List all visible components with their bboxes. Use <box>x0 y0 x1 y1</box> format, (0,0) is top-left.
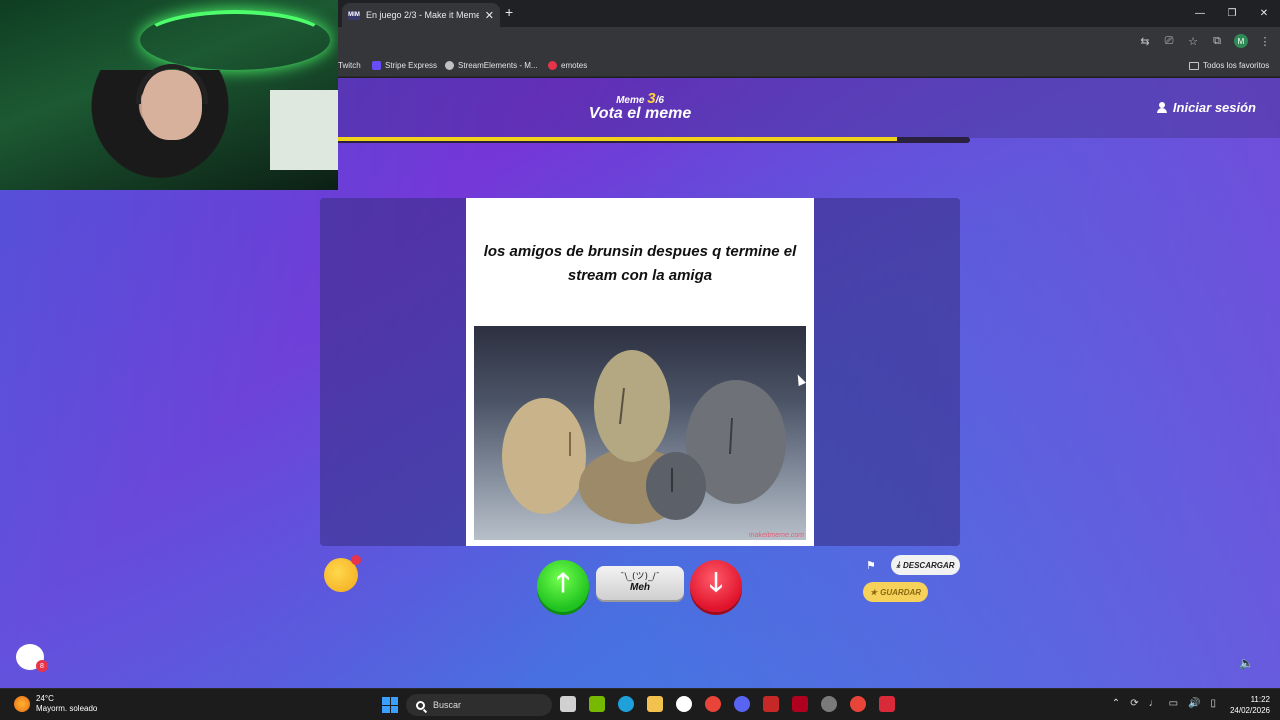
translate-icon[interactable]: ⇆ <box>1138 34 1152 48</box>
speaker-mute-icon[interactable]: 🔈 <box>1239 656 1254 670</box>
restore-button[interactable]: ❐ <box>1216 0 1248 27</box>
profile-avatar[interactable]: M <box>1234 34 1248 48</box>
meme-watermark: makeitmeme.com <box>748 532 804 539</box>
nvidia-icon[interactable] <box>589 696 605 712</box>
bookmark-streamelements[interactable]: StreamElements - M... <box>445 61 538 70</box>
star-icon: ★ <box>869 587 878 597</box>
arrow-down-icon: 🡓 <box>709 567 723 597</box>
shrug-face: ¯\_(ツ)_/¯ <box>619 572 661 582</box>
new-tab-button[interactable]: + <box>505 4 513 20</box>
taskbar-search[interactable]: Buscar <box>406 694 552 716</box>
adobe-icon[interactable] <box>792 696 808 712</box>
bookmark-emotes[interactable]: emotes <box>548 61 587 70</box>
heart-icon <box>351 555 361 565</box>
settings-gear-icon[interactable] <box>821 696 837 712</box>
close-window-button[interactable]: ✕ <box>1248 0 1280 27</box>
voicemeeter-icon[interactable] <box>763 696 779 712</box>
system-tray: ⌃ ⟳ ♩ ▭ 🔊 ▯ <box>1112 698 1216 709</box>
login-button[interactable]: Iniciar sesión <box>1156 100 1256 115</box>
sun-icon <box>14 696 30 712</box>
battery-icon[interactable]: ▯ <box>1210 698 1216 709</box>
file-explorer-icon[interactable] <box>647 696 663 712</box>
tab-favicon-icon: MIM <box>348 10 360 20</box>
clock-date: 24/02/2026 <box>1229 706 1270 715</box>
arrow-up-icon: 🡑 <box>556 567 570 597</box>
user-icon <box>1156 102 1167 113</box>
chrome-active-icon[interactable] <box>850 696 866 712</box>
chat-badge: 8 <box>36 660 48 672</box>
edge-icon[interactable] <box>618 696 634 712</box>
bookmark-star-icon[interactable]: ☆ <box>1186 34 1200 48</box>
extensions-icon[interactable]: ⧉ <box>1210 34 1224 48</box>
network-icon[interactable]: ▭ <box>1169 698 1178 709</box>
vote-down-button[interactable]: 🡓 <box>690 560 742 612</box>
bookmark-twitch[interactable]: Twitch <box>338 61 361 70</box>
all-bookmarks-folder[interactable]: Todos los favoritos <box>1189 61 1269 70</box>
meme-card: los amigos de brunsin despues q termine … <box>466 198 814 546</box>
weather-condition: Mayorm. soleado <box>36 704 98 713</box>
minimize-button[interactable]: — <box>1184 0 1216 27</box>
file-app-icon[interactable] <box>560 696 576 712</box>
menu-dots-icon[interactable]: ⋮ <box>1258 34 1272 48</box>
tab-title: En juego 2/3 - Make it Meme <box>366 10 479 20</box>
windows-start-icon[interactable] <box>382 697 398 713</box>
clock-time: 11:22 <box>1250 695 1270 704</box>
vote-up-button[interactable]: 🡑 <box>537 560 589 612</box>
bookmark-stripe-express[interactable]: Stripe Express <box>372 61 437 70</box>
chrome-icon[interactable] <box>705 696 721 712</box>
taskbar-apps <box>560 696 895 712</box>
sync-icon[interactable]: ⟳ <box>1130 698 1138 709</box>
meme-caption: los amigos de brunsin despues q termine … <box>483 243 797 284</box>
microphone-icon[interactable]: ♩ <box>1149 698 1159 709</box>
system-clock[interactable]: 11:22 24/02/2026 <box>1230 694 1270 716</box>
emotes-icon <box>548 61 557 70</box>
cast-icon[interactable]: ⎚ <box>1162 34 1176 48</box>
tab-close-icon[interactable]: ✕ <box>485 9 494 22</box>
emoji-reaction-button[interactable] <box>324 555 361 592</box>
meme-image: makeitmeme.com <box>474 326 806 540</box>
meh-label: Meh <box>630 582 650 593</box>
windows-taskbar: 24°C Mayorm. soleado Buscar ⌃ ⟳ ♩ ▭ 🔊 ▯ … <box>0 688 1280 720</box>
red-app-icon[interactable] <box>879 696 895 712</box>
volume-icon[interactable]: 🔊 <box>1188 698 1200 709</box>
streamelements-icon <box>445 61 454 70</box>
chevron-up-icon[interactable]: ⌃ <box>1112 698 1120 709</box>
report-flag-icon[interactable]: ⚑ <box>866 559 876 572</box>
save-button[interactable]: ★ GUARDAR <box>863 582 928 602</box>
stripe-icon <box>372 61 381 70</box>
active-tab[interactable]: MIM En juego 2/3 - Make it Meme ✕ <box>342 3 500 27</box>
download-button[interactable]: ⤓ DESCARGAR <box>891 555 960 575</box>
window-controls: — ❐ ✕ <box>1184 0 1280 27</box>
discord-icon[interactable] <box>734 696 750 712</box>
webcam-overlay <box>0 0 338 190</box>
page-title: Vota el meme <box>588 105 692 122</box>
chat-button[interactable]: 8 <box>16 644 48 672</box>
vote-meh-button[interactable]: ¯\_(ツ)_/¯ Meh <box>596 566 684 600</box>
weather-widget[interactable]: 24°C Mayorm. soleado <box>14 694 97 714</box>
search-icon <box>416 700 425 710</box>
stones-illustration <box>502 350 786 524</box>
weather-temperature: 24°C <box>36 694 54 703</box>
folder-icon <box>1189 61 1199 70</box>
chatgpt-icon[interactable] <box>676 696 692 712</box>
download-icon: ⤓ <box>896 560 900 569</box>
